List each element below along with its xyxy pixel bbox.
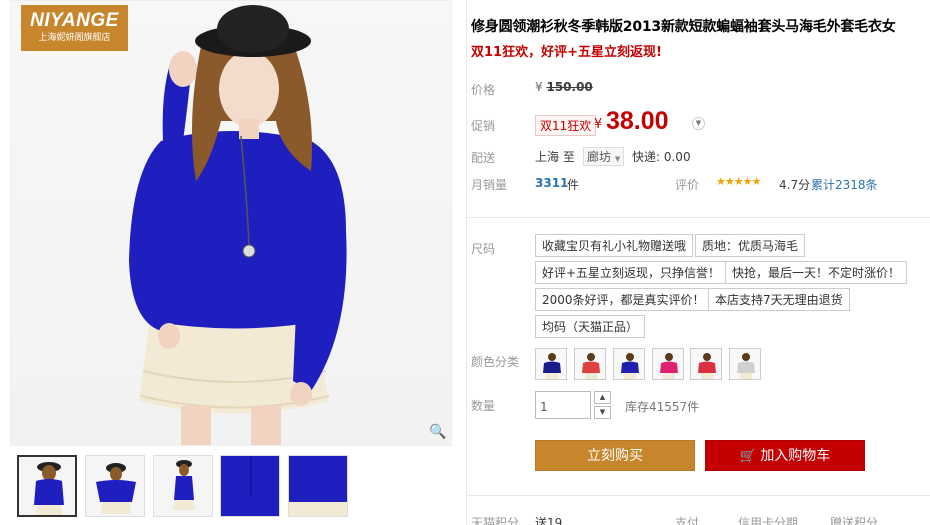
shipping-origin: 上海 至 [535,148,575,165]
color-swatch-1[interactable] [535,348,567,380]
original-price-value: 150.00 [546,80,593,94]
cart-icon: 🛒 [739,449,756,464]
current-price: 38.00 [606,107,669,135]
size-label: 尺码 [471,242,496,256]
size-option-3[interactable]: 好评+五星立刻返现，只挣信誉！ [535,261,728,284]
brand-logo[interactable]: NIYANGE 上海妮妍阁旗舰店 [21,5,128,51]
color-swatch-3[interactable] [613,348,645,380]
monthly-sales-label: 月销量 [471,178,508,192]
quantity-label: 数量 [471,399,496,413]
shipping-label: 配送 [471,151,496,165]
credit-installment: 信用卡分期 [738,516,799,525]
zoom-icon[interactable]: 🔍 [429,423,447,441]
brand-name: NIYANGE [30,10,119,31]
color-swatch-4[interactable] [652,348,684,380]
thumbnail-1[interactable] [17,455,77,517]
destination-value: 廊坊 [587,150,612,164]
thumbnail-2[interactable] [85,455,145,517]
original-price: ¥ 150.00 [535,80,593,94]
shipping-fee: 快递: 0.00 [632,150,691,164]
quantity-input[interactable]: 1 [535,391,591,419]
rating-stars-icon: ★★★★★ [716,175,761,188]
color-label: 颜色分类 [471,355,520,369]
points-label: 天猫积分 [471,516,520,525]
size-option-2[interactable]: 质地：优质马海毛 [695,234,806,257]
promo-text: 双11狂欢，好评+五星立刻返现! [471,45,662,60]
shipping-to-word: 至 [562,150,575,164]
main-product-image[interactable]: NIYANGE 上海妮妍阁旗舰店 🔍 [10,0,452,446]
divider [466,495,930,496]
thumbnail-4[interactable] [220,455,280,517]
promo-badge: 双11狂欢 [535,115,597,136]
divider [466,217,930,218]
color-swatch-6[interactable] [729,348,761,380]
size-option-4[interactable]: 快抢，最后一天！不定时涨价！ [725,261,908,284]
price-label: 价格 [471,83,496,97]
chevron-down-icon[interactable]: ▼ [692,117,705,130]
shipping-from: 上海 [535,150,560,164]
color-swatch-2[interactable] [574,348,606,380]
brand-subtitle: 上海妮妍阁旗舰店 [38,33,111,43]
model-photo [129,5,347,445]
quantity-decrease-icon[interactable]: ▼ [594,406,611,419]
size-option-7[interactable]: 均码（天猫正品） [535,315,646,338]
destination-select[interactable]: 廊坊 ▼ [583,147,625,166]
size-option-6[interactable]: 本店支持7天无理由退货 [708,288,850,311]
rating-label: 评价 [675,178,700,192]
stock-count: 库存41557件 [625,400,700,414]
quantity-increase-icon[interactable]: ▲ [594,391,611,404]
add-to-cart-button[interactable]: 🛒 加入购物车 [705,440,865,471]
column-divider [466,0,467,525]
points-value: 送19 [535,516,563,525]
monthly-sales-unit: 件 [567,178,580,192]
size-option-5[interactable]: 2000条好评，都是真实评价！ [535,288,712,311]
bonus-points: 赠送积分 [830,516,879,525]
buy-now-button[interactable]: 立刻购买 [535,440,695,471]
review-count-link[interactable]: 累计2318条 [811,176,878,193]
thumbnail-3[interactable] [153,455,213,517]
rating-score: 4.7分 [779,178,811,192]
payment-label: 支付 [675,516,700,525]
chevron-down-icon: ▼ [614,155,621,163]
product-title: 修身圆领潮衫秋冬季韩版2013新款短款蝙蝠袖套头马海毛外套毛衣女 [471,19,896,35]
thumbnail-5[interactable] [288,455,348,517]
size-option-1[interactable]: 收藏宝贝有礼小礼物赠送哦 [535,234,694,257]
currency-symbol: ¥ [535,80,543,94]
color-swatch-5[interactable] [690,348,722,380]
monthly-sales-count: 3311 [535,176,569,190]
promo-label: 促销 [471,119,496,133]
current-currency-symbol: ¥ [594,117,603,132]
thumbnail-strip [10,455,450,517]
add-to-cart-label: 加入购物车 [760,448,831,464]
